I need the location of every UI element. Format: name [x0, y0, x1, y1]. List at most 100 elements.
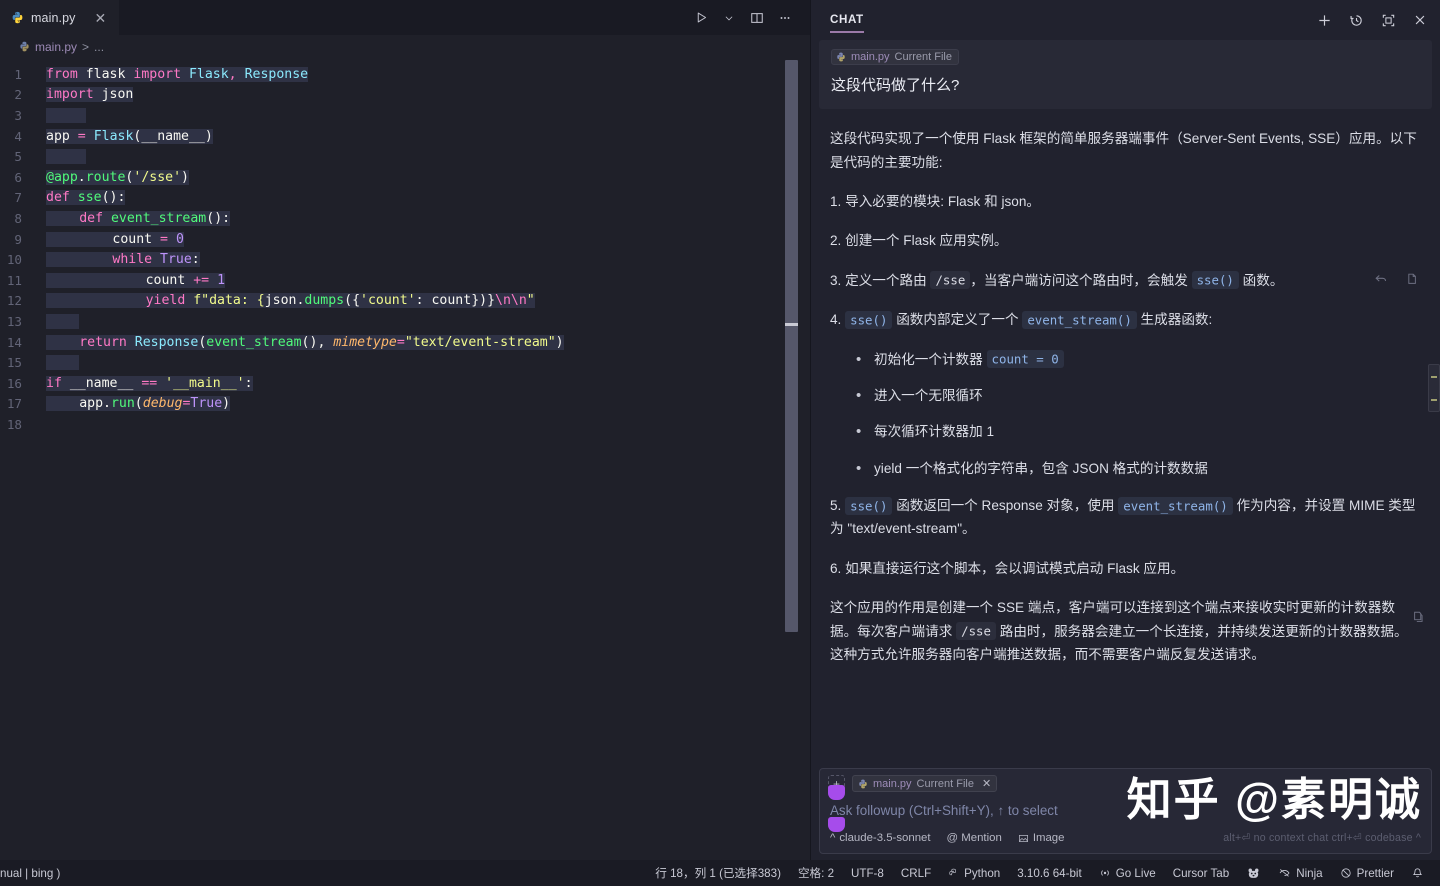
token-escape: \n\n — [495, 293, 527, 309]
status-language-mode[interactable]: Python — [948, 867, 1000, 880]
breadcrumb-dots[interactable]: ... — [94, 40, 104, 54]
new-chat-icon[interactable] — [1314, 10, 1334, 30]
close-icon[interactable] — [1410, 10, 1430, 30]
response-item-6: 6. 如果直接运行这个脚本，会以调试模式启动 Flask 应用。 — [830, 560, 1185, 576]
token-route: route — [85, 169, 126, 185]
editor-tab-main-py[interactable]: main.py ✕ — [0, 0, 119, 35]
chat-conversation[interactable]: main.py Current File 这段代码做了什么? 这段代码实现了一个… — [811, 40, 1440, 768]
token-colon: : — [244, 375, 253, 391]
item3-text-b: ，当客户端访问这个路由时，会触发 — [970, 272, 1192, 288]
input-hint: alt+⏎ no context chat ctrl+⏎ codebase ^ — [1223, 832, 1421, 844]
response-intro: 这段代码实现了一个使用 Flask 框架的简单服务器端事件（Server-Sen… — [830, 131, 1417, 170]
code-line: 14 return Response(event_stream(), mimet… — [0, 332, 810, 353]
split-editor-icon[interactable] — [744, 5, 770, 31]
panda-icon[interactable] — [1246, 866, 1261, 880]
run-icon[interactable] — [688, 5, 714, 31]
more-actions-icon[interactable] — [772, 5, 798, 31]
token-key-count: 'count' — [360, 293, 416, 309]
breadcrumb-file[interactable]: main.py — [35, 40, 77, 54]
code-line: 5 — [0, 146, 810, 167]
breadcrumb[interactable]: main.py > ... — [0, 35, 810, 58]
token-run: run — [110, 396, 135, 412]
status-eol[interactable]: CRLF — [901, 867, 931, 880]
image-button[interactable]: Image — [1018, 832, 1065, 844]
bullet-item: 每次循环计数器加 1 — [852, 419, 1418, 445]
status-cursor-tab[interactable]: Cursor Tab — [1173, 867, 1230, 880]
copy-response-icon[interactable] — [1412, 610, 1426, 625]
code-line: 4 app = Flask(__name__) — [0, 126, 810, 147]
token-brace: { — [352, 293, 361, 309]
chat-input-field[interactable]: Ask followup (Ctrl+Shift+Y), ↑ to select — [820, 794, 1431, 832]
chevron-down-icon[interactable] — [716, 5, 742, 31]
maximize-icon[interactable] — [1378, 10, 1398, 30]
token-return: return — [79, 334, 127, 350]
input-context-file: main.py — [873, 777, 912, 790]
model-selector[interactable]: ^ claude-3.5-sonnet — [830, 832, 931, 844]
token-def: def — [46, 190, 70, 206]
response-item-2: 2. 创建一个 Flask 应用实例。 — [830, 233, 1008, 249]
status-prettier[interactable]: Prettier — [1340, 867, 1394, 880]
mouse-cursor-top — [828, 785, 845, 800]
tab-close-icon[interactable]: ✕ — [94, 11, 106, 25]
status-cursor-position[interactable]: 行 18，列 1 (已选择383) — [655, 865, 781, 881]
bell-icon[interactable] — [1411, 867, 1424, 880]
token-decorator: @app — [46, 169, 78, 185]
context-chip[interactable]: main.py Current File — [831, 49, 959, 65]
code-text — [46, 149, 86, 165]
code-text: def sse(): — [46, 190, 126, 206]
python-small-icon — [948, 868, 959, 879]
token-eq: = — [77, 128, 86, 144]
input-context-chip[interactable]: main.py Current File ✕ — [852, 775, 998, 792]
code-text: from flask import Flask, Response — [46, 66, 309, 82]
copy-icon[interactable] — [1404, 272, 1418, 286]
breadcrumb-separator: > — [82, 39, 90, 54]
history-icon[interactable] — [1346, 10, 1366, 30]
status-ninja[interactable]: Ninja — [1278, 867, 1323, 880]
line-number: 3 — [14, 107, 22, 123]
line-number: 13 — [6, 313, 22, 329]
bullet-item: yield 一个格式化的字符串，包含 JSON 格式的计数数据 — [852, 456, 1418, 482]
line-number: 9 — [14, 231, 22, 247]
code-text — [46, 355, 80, 371]
remove-context-icon[interactable]: ✕ — [982, 777, 991, 790]
chevron-up-icon: ^ — [830, 832, 836, 844]
image-label: Image — [1032, 832, 1065, 844]
code-text: app.run(debug=True) — [46, 396, 231, 412]
code-text: return Response(event_stream(), mimetype… — [46, 334, 564, 350]
line-number: 15 — [6, 355, 22, 371]
python-icon — [858, 779, 868, 789]
python-icon — [836, 52, 846, 62]
token-response: Response — [244, 66, 309, 82]
token-rparen: ) — [555, 334, 564, 350]
token-flask-mod: flask — [85, 66, 126, 82]
status-left-text[interactable]: nual | bing ) — [0, 867, 60, 880]
response-item-1: 1. 导入必要的模块: Flask 和 json。 — [830, 194, 1040, 209]
chat-scrollbar[interactable] — [1428, 364, 1440, 412]
token-def: def — [79, 210, 104, 226]
token-comma: , — [317, 334, 334, 350]
chat-input-box[interactable]: + main.py Current File ✕ Ask followup (C… — [819, 768, 1432, 854]
status-indentation[interactable]: 空格: 2 — [798, 865, 834, 881]
status-interpreter[interactable]: 3.10.6 64-bit — [1017, 867, 1081, 880]
bullet1-text: 初始化一个计数器 — [874, 351, 987, 367]
item4-text-b: 函数内部定义了一个 — [892, 312, 1023, 328]
editor-scrollbar[interactable] — [785, 60, 798, 632]
status-go-live[interactable]: Go Live — [1099, 867, 1156, 880]
model-name: claude-3.5-sonnet — [839, 832, 931, 844]
input-context-label: Current File — [916, 777, 974, 790]
code-text: if __name__ == '__main__': — [46, 375, 253, 391]
token-comma: , — [228, 66, 237, 82]
mouse-cursor-bottom — [828, 817, 845, 832]
message-actions — [1374, 272, 1418, 286]
mention-button[interactable]: @ Mention — [947, 832, 1002, 844]
scrollbar-thumb[interactable] — [785, 323, 798, 327]
user-message: main.py Current File 这段代码做了什么? — [819, 40, 1432, 110]
token-rparen: ) — [222, 396, 231, 412]
token-tail: (): — [206, 210, 231, 226]
token-mimetype-string: "text/event-stream" — [404, 334, 556, 350]
code-editor[interactable]: 1 from flask import Flask, Response 2 im… — [0, 58, 810, 860]
status-encoding[interactable]: UTF-8 — [851, 867, 884, 880]
token-app: app — [46, 128, 70, 144]
item4-text-a: 4. — [830, 312, 846, 328]
revert-icon[interactable] — [1374, 272, 1388, 286]
